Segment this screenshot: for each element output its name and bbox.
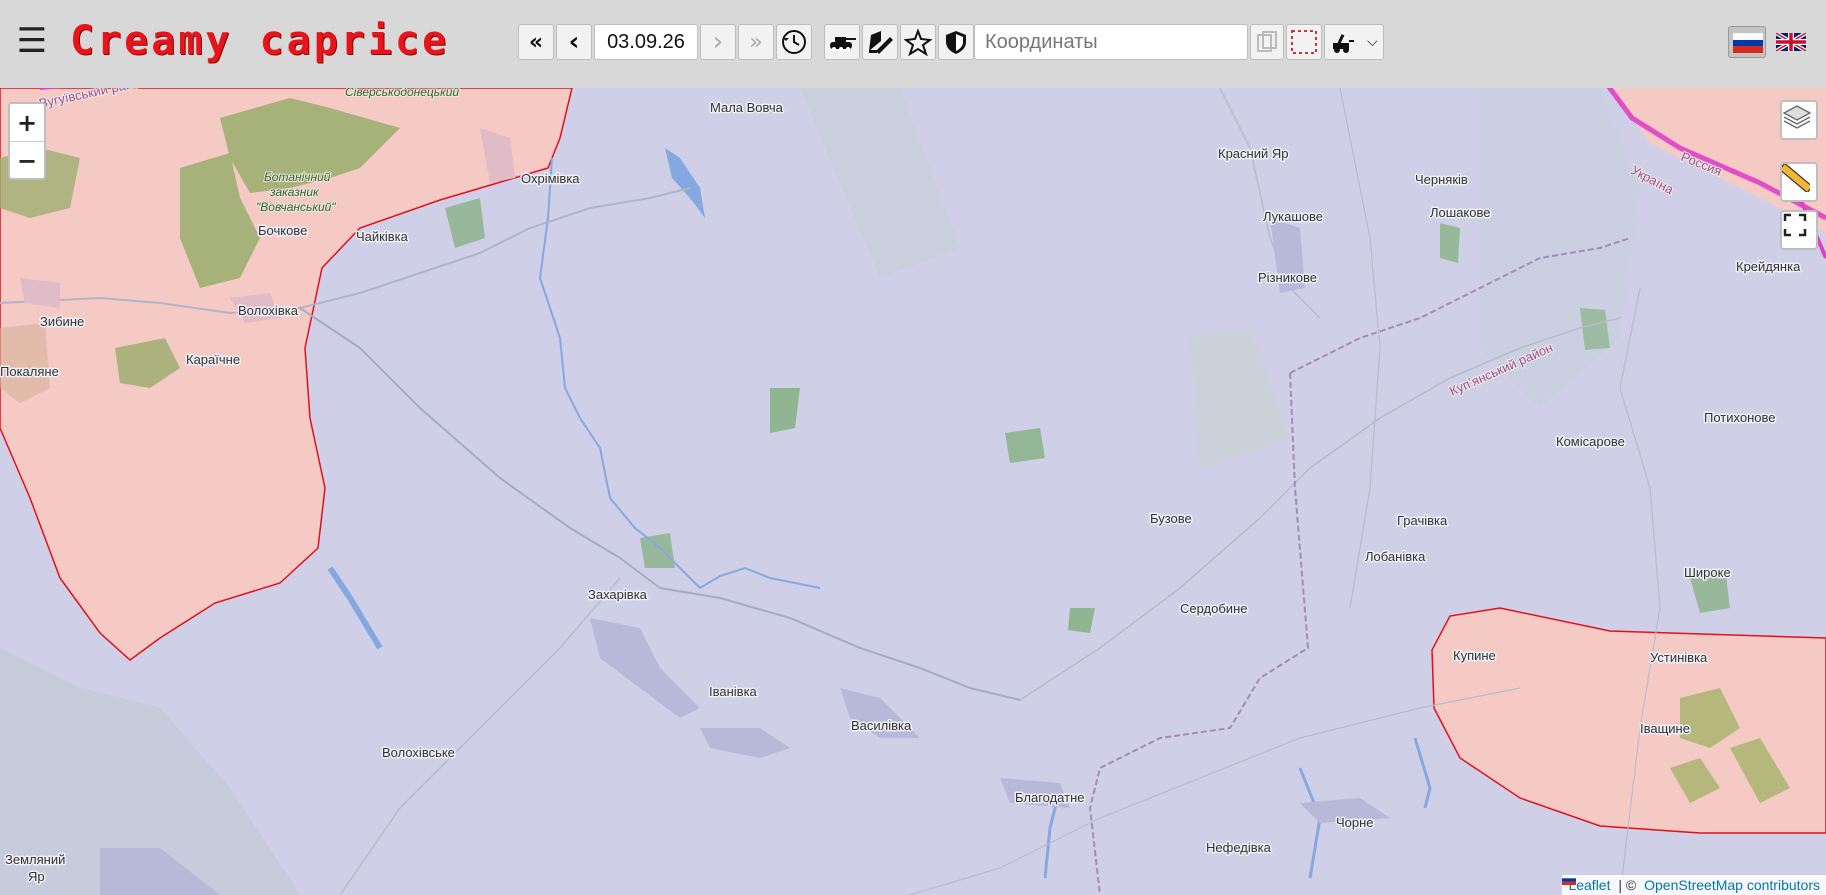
place-volokhivka: Волохівка [238,303,299,318]
place-bochkove: Бочкове [258,223,307,238]
lang-ru-button[interactable] [1728,26,1766,58]
copy-icon[interactable] [1250,24,1284,60]
fullscreen-icon[interactable] [1780,210,1818,250]
place-nefedivka: Нефедівка [1206,840,1272,855]
date-field[interactable]: 03.09.26 [594,24,698,60]
tank-icon[interactable] [824,24,860,60]
place-krasnyi-yar: Красний Яр [1218,146,1288,161]
place-zakaznyk: заказник [269,185,320,199]
place-ivashchyne: Іващине [1640,721,1690,736]
uk-flag-icon [1774,31,1808,53]
lang-en-button[interactable] [1774,26,1808,58]
place-kreidianka: Крейдянка [1736,259,1801,274]
place-vasylivka: Василівка [851,718,912,733]
place-cherniakiv: Черняків [1415,172,1468,187]
place-loshakove: Лошакове [1430,205,1490,220]
place-lobanivka: Лобанівка [1365,549,1426,564]
map-view[interactable]: Мала Вовча Сіверськодонецький Вугуївськи… [0,88,1826,895]
app-title: Creamy caprice [70,18,450,64]
russia-flag-icon [1732,32,1764,53]
place-okhrimivka: Охрімівка [521,171,580,186]
place-vovchanskyi: "Вовчанський" [256,200,336,214]
layers-icon[interactable] [1780,100,1818,140]
clock-history-icon[interactable] [776,24,812,60]
place-shyroke: Широке [1684,565,1731,580]
place-karaichne: Караїчне [186,352,240,367]
place-zybyne: Зибине [40,314,84,329]
prev-date-button[interactable]: ‹ [556,24,592,60]
artillery-icon [1333,34,1355,53]
first-date-button[interactable]: « [518,24,554,60]
place-hrachivka: Грачівка [1397,513,1448,528]
place-mala-vovcha: Мала Вовча [710,100,784,115]
place-serdobyne: Сердобине [1180,601,1247,616]
place-pokaliane: Покаляне [0,364,59,379]
edit-pen-icon[interactable] [862,24,898,60]
place-potykhonove: Потихонове [1704,410,1776,425]
chevron-down-icon: ⌵ [1367,34,1378,50]
map-attribution: Leaflet | © OpenStreetMap contributors [1562,875,1826,895]
last-date-button[interactable]: » [738,24,774,60]
osm-link[interactable]: OpenStreetMap contributors [1644,877,1820,893]
place-komisarove: Комісарове [1556,434,1625,449]
route-icon[interactable] [900,24,936,60]
next-date-button[interactable]: › [700,24,736,60]
place-botanichnyi: Ботанічний [264,170,331,184]
map-canvas[interactable]: Мала Вовча Сіверськодонецький Вугуївськи… [0,88,1826,895]
place-blahodatne: Благодатне [1015,790,1085,805]
place-kupyne: Купине [1453,648,1496,663]
place-ivanivka: Іванівка [709,684,758,699]
place-buzove: Бузове [1150,511,1192,526]
place-siverskodonetskyi: Сіверськодонецький [345,88,459,99]
place-zakharivka: Захарівка [588,587,648,602]
top-toolbar: ☰ Creamy caprice « ‹ 03.09.26 › » ⌵ [0,0,1826,88]
zoom-in-button[interactable]: + [10,104,44,142]
place-volokhivske: Волохівське [382,745,455,760]
zoom-out-button[interactable]: − [10,142,44,179]
place-zemlianyi: Земляний [5,852,65,867]
place-riznykove: Різникове [1258,270,1317,285]
russia-flag-icon [1562,875,1577,885]
hamburger-menu-icon[interactable]: ☰ [14,24,50,60]
ruler-icon[interactable] [1780,162,1818,202]
place-lukashove: Лукашове [1263,209,1323,224]
place-chorne: Чорне [1336,815,1374,830]
attribution-separator: | © [1614,877,1641,893]
shield-icon[interactable] [938,24,974,60]
select-area-icon[interactable] [1286,24,1322,60]
artillery-dropdown[interactable]: ⌵ [1324,24,1384,60]
place-yar: Яр [28,869,45,884]
place-chaikivka: Чайківка [356,229,409,244]
place-ustynivka: Устинівка [1650,650,1708,665]
coordinates-input[interactable] [974,24,1248,60]
zoom-control: + − [8,102,46,180]
